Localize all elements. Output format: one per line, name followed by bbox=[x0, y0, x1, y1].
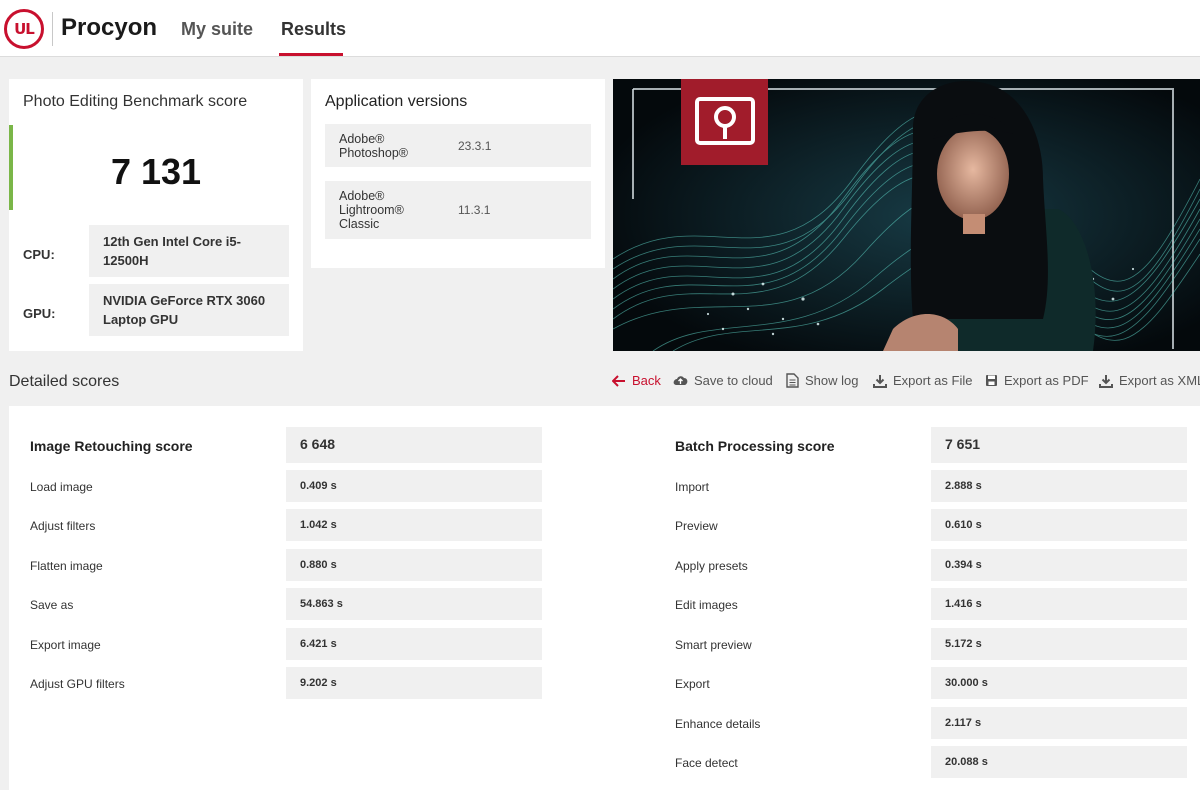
list-item-value: 0.610 s bbox=[931, 509, 1187, 541]
image-retouching-score: 6 648 bbox=[286, 427, 542, 463]
ul-logo: UL bbox=[4, 9, 44, 49]
app-version: 11.3.1 bbox=[458, 203, 491, 217]
image-retouching-title: Image Retouching score bbox=[30, 438, 193, 454]
logo-divider bbox=[52, 12, 53, 46]
list-item-value: 0.394 s bbox=[931, 549, 1187, 581]
hero-banner-image bbox=[613, 79, 1200, 351]
save-disk-icon bbox=[986, 375, 997, 386]
benchmark-score-card: Photo Editing Benchmark score 7 131 CPU:… bbox=[9, 79, 303, 351]
app-name: Adobe® Photoshop® bbox=[339, 132, 408, 160]
list-item-value: 20.088 s bbox=[931, 746, 1187, 778]
arrow-left-icon bbox=[612, 374, 625, 387]
list-item-value: 1.416 s bbox=[931, 588, 1187, 620]
app-name: Adobe® Lightroom® Classic bbox=[339, 189, 404, 231]
batch-processing-score: 7 651 bbox=[931, 427, 1187, 463]
gpu-value: NVIDIA GeForce RTX 3060 Laptop GPU bbox=[89, 284, 289, 336]
export-file-button[interactable]: Export as File bbox=[873, 373, 972, 388]
list-item-value: 0.409 s bbox=[286, 470, 542, 502]
list-item-value: 30.000 s bbox=[931, 667, 1187, 699]
list-item-label: Export image bbox=[30, 638, 101, 652]
back-label: Back bbox=[632, 373, 661, 388]
list-item-label: Flatten image bbox=[30, 559, 103, 573]
version-row-lightroom: Adobe® Lightroom® Classic 11.3.1 bbox=[325, 181, 591, 239]
export-xml-label: Export as XML bbox=[1119, 373, 1200, 388]
list-item-value: 54.863 s bbox=[286, 588, 542, 620]
cloud-upload-icon bbox=[673, 376, 688, 385]
benchmark-score-value: 7 131 bbox=[110, 151, 202, 192]
versions-title: Application versions bbox=[325, 93, 468, 110]
list-item-label: Load image bbox=[30, 480, 93, 494]
version-row-photoshop: Adobe® Photoshop® 23.3.1 bbox=[325, 124, 591, 167]
list-item-value: 0.880 s bbox=[286, 549, 542, 581]
list-item-value: 5.172 s bbox=[931, 628, 1187, 660]
list-item-label: Edit images bbox=[675, 598, 738, 612]
export-pdf-label: Export as PDF bbox=[1004, 373, 1089, 388]
export-pdf-button[interactable]: Export as PDF bbox=[985, 373, 1089, 388]
download-icon bbox=[873, 374, 887, 388]
list-item-label: Save as bbox=[30, 598, 74, 612]
cpu-label: CPU: bbox=[23, 247, 55, 262]
list-item-value: 6.421 s bbox=[286, 628, 542, 660]
show-log-label: Show log bbox=[805, 373, 859, 388]
detailed-scores-panel: Image Retouching score 6 648 Load image … bbox=[9, 406, 1200, 790]
save-to-cloud-button[interactable]: Save to cloud bbox=[673, 373, 773, 388]
cpu-value: 12th Gen Intel Core i5-12500H bbox=[89, 225, 289, 277]
document-icon bbox=[786, 373, 799, 388]
app-version: 23.3.1 bbox=[458, 139, 492, 153]
list-item-label: Adjust GPU filters bbox=[30, 677, 125, 691]
tab-results[interactable]: Results bbox=[281, 19, 346, 40]
list-item-label: Adjust filters bbox=[30, 519, 96, 533]
ul-logo-text: UL bbox=[14, 20, 35, 38]
show-log-button[interactable]: Show log bbox=[786, 373, 858, 388]
top-nav-bar: UL Procyon My suite Results bbox=[0, 0, 1200, 57]
list-item-label: Import bbox=[675, 480, 710, 494]
list-item-label: Preview bbox=[675, 519, 718, 533]
list-item-label: Enhance details bbox=[675, 717, 761, 731]
banner-illustration bbox=[613, 79, 1200, 351]
list-item-value: 1.042 s bbox=[286, 509, 542, 541]
active-tab-indicator bbox=[279, 53, 343, 56]
list-item-label: Smart preview bbox=[675, 638, 752, 652]
list-item-label: Face detect bbox=[675, 756, 738, 770]
list-item-value: 2.117 s bbox=[931, 707, 1187, 739]
application-versions-card: Application versions Adobe® Photoshop® 2… bbox=[311, 79, 605, 268]
tab-my-suite[interactable]: My suite bbox=[181, 19, 253, 40]
export-file-label: Export as File bbox=[893, 373, 973, 388]
list-item-label: Apply presets bbox=[675, 559, 748, 573]
gpu-label: GPU: bbox=[23, 306, 56, 321]
list-item-label: Export bbox=[675, 677, 710, 691]
batch-processing-title: Batch Processing score bbox=[675, 438, 835, 454]
back-button[interactable]: Back bbox=[612, 373, 661, 388]
download-icon bbox=[1099, 374, 1113, 388]
save-to-cloud-label: Save to cloud bbox=[694, 373, 773, 388]
list-item-value: 2.888 s bbox=[931, 470, 1187, 502]
detailed-scores-title: Detailed scores bbox=[9, 373, 120, 390]
app-title: Procyon bbox=[61, 14, 158, 41]
list-item-value: 9.202 s bbox=[286, 667, 542, 699]
score-card-title: Photo Editing Benchmark score bbox=[23, 93, 248, 110]
export-xml-button[interactable]: Export as XML bbox=[1099, 373, 1200, 388]
